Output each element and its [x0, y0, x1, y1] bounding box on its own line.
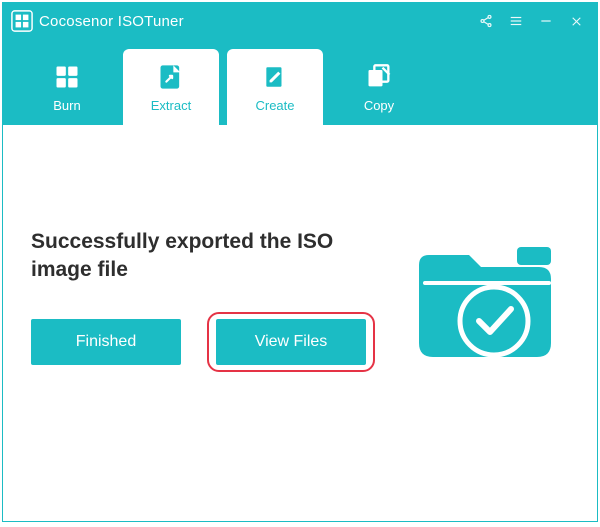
- share-button[interactable]: [471, 7, 501, 35]
- app-window: Cocosenor ISOTuner: [2, 2, 598, 522]
- extract-icon: [157, 62, 185, 92]
- close-button[interactable]: [561, 7, 591, 35]
- menu-button[interactable]: [501, 7, 531, 35]
- tab-burn[interactable]: Burn: [19, 49, 115, 125]
- copy-icon: [365, 62, 393, 92]
- main-content: Successfully exported the ISO image file…: [3, 125, 597, 521]
- finished-button[interactable]: Finished: [31, 319, 181, 365]
- tab-bar: Burn Extract Create: [3, 39, 597, 125]
- tab-create[interactable]: Create: [227, 49, 323, 125]
- view-files-button-label: View Files: [255, 333, 328, 351]
- finished-button-label: Finished: [76, 333, 136, 351]
- minimize-button[interactable]: [531, 7, 561, 35]
- tab-label: Extract: [151, 98, 191, 113]
- folder-check-icon: [399, 225, 569, 375]
- burn-icon: [53, 62, 81, 92]
- tab-label: Burn: [53, 98, 80, 113]
- title-bar: Cocosenor ISOTuner: [3, 3, 597, 39]
- app-logo-icon: [11, 10, 33, 32]
- create-icon: [262, 62, 288, 92]
- app-title: Cocosenor ISOTuner: [39, 13, 184, 30]
- tab-copy[interactable]: Copy: [331, 49, 427, 125]
- success-message: Successfully exported the ISO image file: [31, 228, 361, 285]
- view-files-button[interactable]: View Files: [216, 319, 366, 365]
- tab-label: Copy: [364, 98, 394, 113]
- tab-label: Create: [255, 98, 294, 113]
- viewfiles-highlight: View Files: [207, 312, 375, 372]
- tab-extract[interactable]: Extract: [123, 49, 219, 125]
